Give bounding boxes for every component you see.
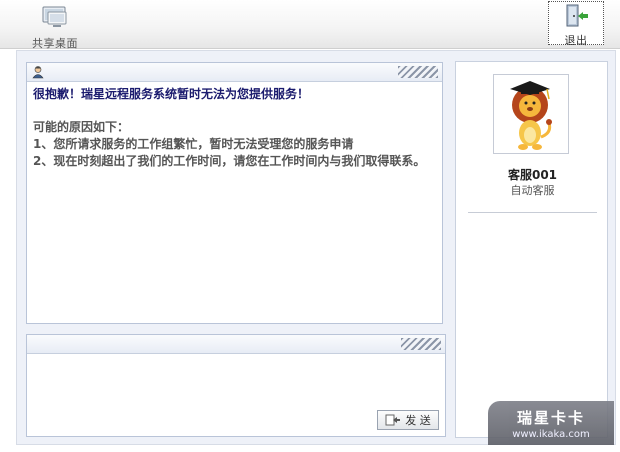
monitor-icon <box>42 6 67 27</box>
send-icon <box>385 414 401 426</box>
reason-2: 2、现在时刻超出了我们的工作时间，请您在工作时间内与我们取得联系。 <box>33 154 426 168</box>
input-panel: 发 送 <box>26 334 446 437</box>
lion-mascot <box>510 81 552 150</box>
chat-messages: 很抱歉！瑞星远程服务系统暂时无法为您提供服务！ 可能的原因如下： 1、您所请求服… <box>27 82 442 174</box>
header-stripes <box>401 338 441 350</box>
avatar <box>493 74 569 154</box>
toolbar: 共享桌面 退出 <box>0 0 620 51</box>
agent-name: 客服001 <box>507 168 558 182</box>
agent-info-panel: 客服001 自动客服 <box>455 61 608 438</box>
chat-panel-header <box>27 63 442 82</box>
exit-button[interactable]: 退出 <box>548 1 604 47</box>
send-button[interactable]: 发 送 <box>377 410 439 430</box>
share-desktop-label: 共享桌面 <box>32 37 78 50</box>
message-title: 很抱歉！瑞星远程服务系统暂时无法为您提供服务！ <box>33 87 310 101</box>
send-label: 发 送 <box>405 414 431 427</box>
input-panel-header <box>27 335 445 354</box>
agent-role: 自动客服 <box>510 184 555 197</box>
reasons-heading: 可能的原因如下： <box>33 120 130 134</box>
share-desktop-button[interactable]: 共享桌面 <box>28 4 82 51</box>
main-frame: 很抱歉！瑞星远程服务系统暂时无法为您提供服务！ 可能的原因如下： 1、您所请求服… <box>16 50 616 445</box>
exit-label: 退出 <box>564 34 588 47</box>
exit-door-icon <box>566 4 588 27</box>
header-stripes <box>398 66 438 78</box>
reason-1: 1、您所请求服务的工作组繁忙，暂时无法受理您的服务申请 <box>33 137 354 151</box>
watermark: 瑞星卡卡 www.ikaka.com <box>488 401 614 445</box>
message-body: 可能的原因如下： 1、您所请求服务的工作组繁忙，暂时无法受理您的服务申请 2、现… <box>33 119 436 170</box>
divider <box>468 212 597 213</box>
user-icon <box>32 66 44 79</box>
watermark-brand: 瑞星卡卡 <box>516 409 585 427</box>
chat-panel: 很抱歉！瑞星远程服务系统暂时无法为您提供服务！ 可能的原因如下： 1、您所请求服… <box>26 62 443 324</box>
watermark-url: www.ikaka.com <box>512 429 590 440</box>
